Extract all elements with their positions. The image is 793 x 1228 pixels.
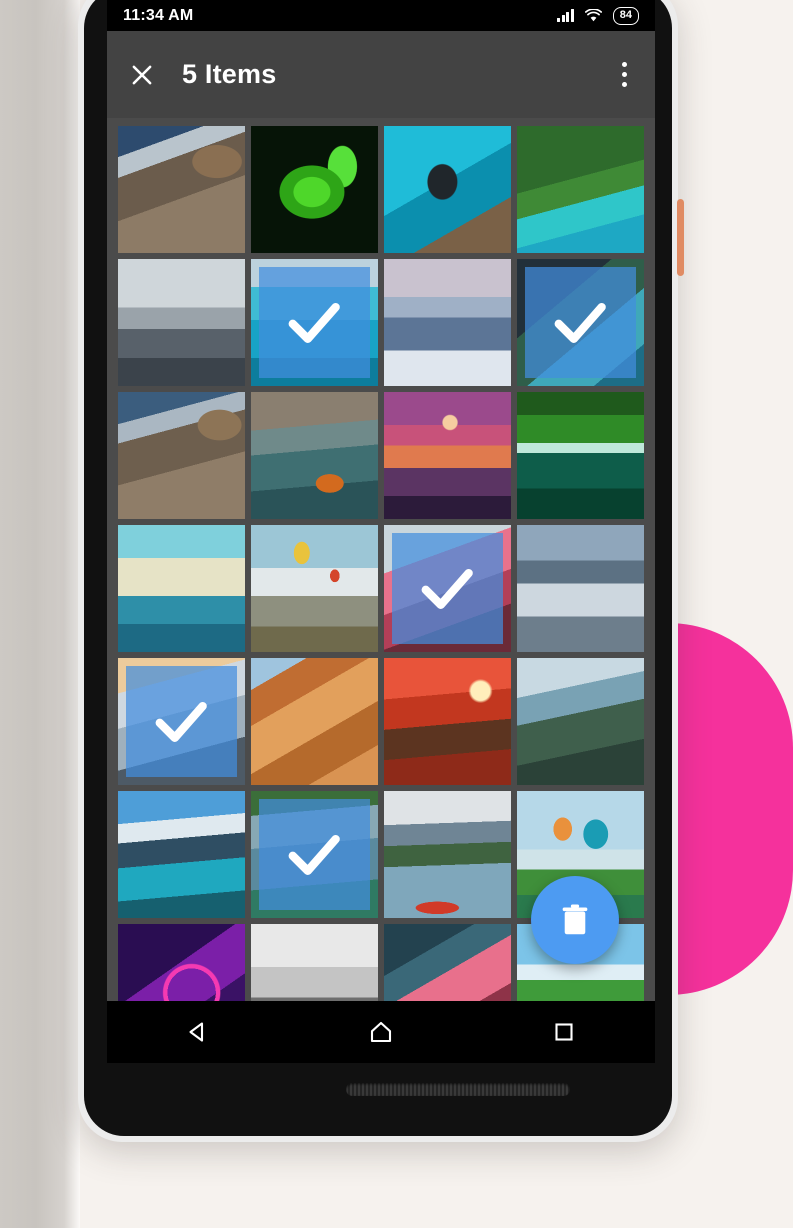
photo-tile[interactable] <box>251 791 378 918</box>
photo-tile[interactable] <box>251 126 378 253</box>
photo-tile[interactable] <box>384 259 511 386</box>
status-time: 11:34 AM <box>123 6 194 24</box>
recents-button[interactable] <box>541 1009 587 1055</box>
photo-tile[interactable] <box>251 658 378 785</box>
home-button[interactable] <box>358 1009 404 1055</box>
photo-thumbnail <box>251 392 378 519</box>
photo-tile[interactable] <box>384 658 511 785</box>
photo-thumbnail <box>251 658 378 785</box>
selection-overlay[interactable] <box>392 533 503 644</box>
checkmark-icon <box>421 569 474 610</box>
photo-tile[interactable] <box>118 259 245 386</box>
photo-thumbnail <box>517 392 644 519</box>
photo-thumbnail <box>118 126 245 253</box>
checkmark-icon <box>288 835 341 876</box>
app-bar: 5 Items <box>107 31 655 118</box>
photo-thumbnail <box>118 791 245 918</box>
photo-tile[interactable] <box>118 525 245 652</box>
photo-tile[interactable] <box>118 392 245 519</box>
photo-tile[interactable] <box>118 658 245 785</box>
photo-tile[interactable] <box>517 126 644 253</box>
battery-icon: 84 <box>612 6 639 25</box>
selection-overlay[interactable] <box>259 267 370 378</box>
selection-count-title: 5 Items <box>182 59 277 89</box>
selection-overlay[interactable] <box>126 666 237 777</box>
back-button[interactable] <box>175 1009 221 1055</box>
status-icons: 84 <box>557 6 639 25</box>
photo-thumbnail <box>384 791 511 918</box>
photo-tile[interactable] <box>384 392 511 519</box>
photo-tile[interactable] <box>517 525 644 652</box>
photo-tile[interactable] <box>118 126 245 253</box>
delete-trash-icon <box>562 904 588 935</box>
photo-tile[interactable] <box>251 392 378 519</box>
photo-tile[interactable] <box>251 525 378 652</box>
status-bar: 11:34 AM 84 <box>107 0 655 31</box>
photo-thumbnail <box>251 126 378 253</box>
photo-tile[interactable] <box>251 259 378 386</box>
photo-thumbnail <box>384 392 511 519</box>
pink-semicircle-decoration <box>668 623 793 995</box>
photo-tile[interactable] <box>517 259 644 386</box>
photo-thumbnail <box>384 658 511 785</box>
photo-thumbnail <box>384 126 511 253</box>
speaker-grille <box>346 1083 570 1096</box>
photo-thumbnail <box>517 126 644 253</box>
selection-overlay[interactable] <box>259 799 370 910</box>
photo-tile[interactable] <box>384 525 511 652</box>
photo-thumbnail <box>118 259 245 386</box>
photo-thumbnail <box>384 259 511 386</box>
photo-thumbnail <box>517 658 644 785</box>
left-gradient-panel <box>0 0 80 1228</box>
checkmark-icon <box>155 702 208 743</box>
delete-fab-button[interactable] <box>531 876 619 964</box>
photo-thumbnail <box>118 525 245 652</box>
signal-bars-icon <box>557 9 574 22</box>
overflow-menu-icon[interactable] <box>616 56 633 93</box>
photo-tile[interactable] <box>517 658 644 785</box>
photo-thumbnail <box>517 525 644 652</box>
photo-thumbnail <box>251 525 378 652</box>
home-icon <box>370 1021 392 1043</box>
close-icon[interactable] <box>129 62 155 88</box>
phone-screen: 11:34 AM 84 5 Items <box>107 0 655 1063</box>
selection-overlay[interactable] <box>525 267 636 378</box>
photo-tile[interactable] <box>384 791 511 918</box>
photo-thumbnail <box>118 392 245 519</box>
recents-square-icon <box>555 1023 573 1041</box>
navigation-bar <box>107 1001 655 1063</box>
photo-tile[interactable] <box>517 392 644 519</box>
back-triangle-icon <box>189 1022 204 1042</box>
checkmark-icon <box>554 303 607 344</box>
wifi-icon <box>584 9 602 22</box>
photo-tile[interactable] <box>118 791 245 918</box>
power-button[interactable] <box>677 199 684 276</box>
photo-tile[interactable] <box>384 126 511 253</box>
checkmark-icon <box>288 303 341 344</box>
